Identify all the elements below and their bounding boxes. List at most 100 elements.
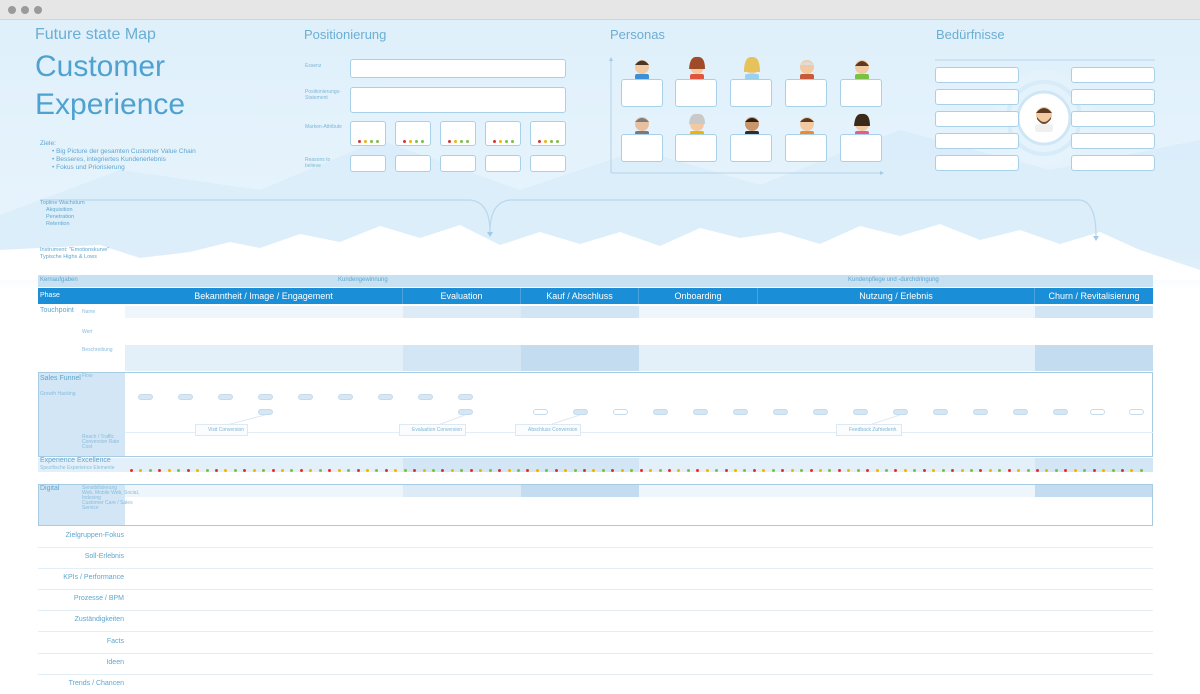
rating-dot [941,469,945,472]
rating-dot [771,469,775,472]
rating-dot [752,469,756,472]
divider [38,610,1153,611]
digital-highlight [403,485,521,497]
rating-dot [1007,469,1011,472]
rating-dot [639,469,643,472]
divider [38,589,1153,590]
rating-dot [951,469,955,472]
rating-dot [479,469,483,472]
rating-dot [224,469,228,472]
rating-dot [1120,469,1124,472]
rating-dot [167,469,171,472]
rating-dot [516,469,520,472]
row-label-ideen: Ideen [106,659,124,666]
rating-dot [762,469,766,472]
conversion-label: Abschluss Conversion [528,427,578,433]
rating-dot [432,469,435,472]
rating-dot [885,469,888,472]
rating-dot [535,469,539,472]
rating-dot [375,469,379,472]
rating-dot [403,469,407,472]
sub-label: Service [82,505,99,511]
rating-dot [554,469,558,472]
divider [38,547,1153,548]
rating-dot [875,469,879,472]
divider [38,631,1153,632]
rating-dot [696,469,700,472]
rating-dot [488,469,492,472]
rating-dot [1017,469,1021,472]
rating-dot [620,469,624,472]
digital-highlight [521,485,639,497]
rating-dot [1083,469,1087,472]
conversion-note: Feedback Zufriedenh. [836,424,902,436]
row-label-prozesse: Prozesse / BPM [73,595,124,602]
rating-dot [611,469,615,472]
rating-dot [960,469,964,472]
rating-dot [290,469,294,472]
rating-dot [658,469,662,472]
rating-dot [1073,469,1077,472]
divider [38,568,1153,569]
rating-dot [243,469,247,472]
rating-dot [564,469,568,472]
window-dot-icon[interactable] [8,6,16,14]
rating-dot [1054,469,1058,472]
rating-dot [781,469,785,472]
rating-dot [903,469,907,472]
rating-dot [394,469,398,472]
rating-dot [337,469,341,472]
rating-dot [969,469,973,472]
rating-dot [271,469,275,472]
rating-dot [998,469,1002,472]
conversion-label: Evaluation Conversion [412,427,463,433]
rating-dot [715,469,719,472]
rating-dot [158,469,162,472]
rating-dot [667,469,671,472]
rating-dot [384,469,388,472]
rating-dot [262,469,266,472]
rating-dot [724,469,728,472]
rating-dot [507,469,511,472]
rating-dot [441,469,445,472]
rating-dot [422,469,426,472]
window-dot-icon[interactable] [34,6,42,14]
rating-dot [1102,469,1106,472]
rating-dot [677,469,681,472]
rating-dot [365,469,369,472]
rating-dot [177,469,181,472]
rating-dot [866,469,870,472]
rating-dot [1139,469,1143,472]
rating-dot [281,469,284,472]
row-label-digital: Digital [40,485,60,492]
rating-dot [309,469,313,472]
rating-dot [847,469,851,472]
rating-dot [469,469,473,472]
rating-dot [233,469,237,472]
rating-dot [299,469,303,472]
rating-dot [922,469,926,472]
rating-dot [328,469,332,472]
rating-dot [800,469,804,472]
rating-dot [573,469,577,472]
rating-dot [734,469,737,472]
window-dot-icon[interactable] [21,6,29,14]
customer-experience-map: Future state Map Customer Experience Zie… [0,20,1200,694]
rating-dot [1036,469,1039,472]
rating-dot [649,469,653,472]
divider [38,653,1153,654]
rating-dot [790,469,794,472]
rating-dot [979,469,983,472]
rating-dot [1045,469,1049,472]
rating-dot [148,469,152,472]
rating-dot [186,469,190,472]
rating-dot [809,469,813,472]
rating-dot [894,469,898,472]
rating-dot [856,469,860,472]
rating-dot [1092,469,1096,472]
rating-dot [450,469,454,472]
rating-dot [743,469,747,472]
rating-dot [583,469,586,472]
rating-dot [592,469,596,472]
rating-dot [601,469,605,472]
